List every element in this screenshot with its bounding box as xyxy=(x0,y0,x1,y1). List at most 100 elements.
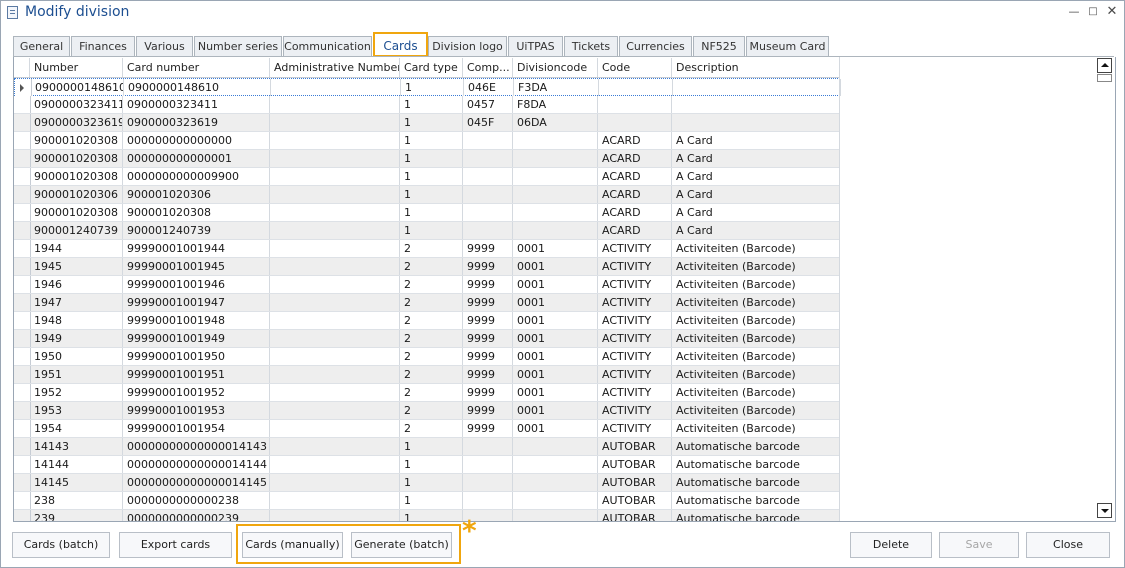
tab-tickets[interactable]: Tickets xyxy=(564,36,618,56)
table-row[interactable]: 238 0000000000000238 1 AUTOBAR Automatische … xyxy=(14,492,840,510)
cards-batch-button[interactable]: Cards (batch) xyxy=(12,532,110,558)
tab-uitpas[interactable]: UiTPAS xyxy=(508,36,563,56)
table-row[interactable]: 900001020308 900001020308 1 ACARD A Card xyxy=(14,204,840,222)
column-header[interactable]: Card number xyxy=(123,58,270,77)
tab-number-series[interactable]: Number series xyxy=(194,36,282,56)
row-selector[interactable] xyxy=(14,402,31,419)
table-row[interactable]: 239 0000000000000239 1 AUTOBAR Automatische … xyxy=(14,510,840,521)
column-header[interactable]: Administrative Number xyxy=(270,58,400,77)
row-selector[interactable] xyxy=(14,438,31,455)
tab-finances[interactable]: Finances xyxy=(71,36,135,56)
row-selector[interactable] xyxy=(14,312,31,329)
table-row[interactable]: 14144 00000000000000014144 1 AUTOBAR Automat… xyxy=(14,456,840,474)
scroll-up-button[interactable] xyxy=(1097,58,1112,73)
tab-communication[interactable]: Communication xyxy=(283,36,372,56)
column-header[interactable]: Code xyxy=(598,58,672,77)
table-cell xyxy=(463,474,513,491)
table-row[interactable]: 1954 99990001001954 2 9999 0001 ACTIVITY Activ… xyxy=(14,420,840,438)
cards-grid[interactable]: Number Card number Administrative Number Ca… xyxy=(13,57,1116,522)
table-row[interactable]: 14143 00000000000000014143 1 AUTOBAR Automat… xyxy=(14,438,840,456)
table-row[interactable]: 900001020306 900001020306 1 ACARD A Card xyxy=(14,186,840,204)
table-cell: 2 xyxy=(400,330,463,347)
row-selector[interactable] xyxy=(14,294,31,311)
column-header[interactable]: Number xyxy=(30,58,123,77)
table-row[interactable]: 1952 99990001001952 2 9999 0001 ACTIVITY Activ… xyxy=(14,384,840,402)
table-row[interactable]: 900001240739 900001240739 1 ACARD A Card xyxy=(14,222,840,240)
table-cell xyxy=(463,168,513,185)
table-cell: 1 xyxy=(400,510,463,521)
row-selector[interactable] xyxy=(14,330,31,347)
table-row[interactable]: 1953 99990001001953 2 9999 0001 ACTIVITY Activ… xyxy=(14,402,840,420)
tab-various[interactable]: Various xyxy=(136,36,193,56)
scroll-thumb[interactable] xyxy=(1097,74,1112,82)
table-row[interactable]: 0900000323619 0900000323619 1 045F 06DA xyxy=(14,114,840,132)
row-selector[interactable] xyxy=(14,366,31,383)
table-row[interactable]: 0900000323411 0900000323411 1 0457 F8DA xyxy=(14,96,840,114)
table-row[interactable]: 0900000148610 0900000148610 1 046E F3DA xyxy=(14,78,841,96)
table-cell: 0000000000009900 xyxy=(123,168,270,185)
maximize-icon[interactable]: □ xyxy=(1084,4,1102,20)
table-row[interactable]: 1948 99990001001948 2 9999 0001 ACTIVITY Activ… xyxy=(14,312,840,330)
table-row[interactable]: 1949 99990001001949 2 9999 0001 ACTIVITY Activ… xyxy=(14,330,840,348)
delete-button[interactable]: Delete xyxy=(850,532,932,558)
row-selector[interactable] xyxy=(14,186,31,203)
table-cell: Automatische barcode xyxy=(672,438,840,455)
tab-museum-card[interactable]: Museum Card xyxy=(746,36,829,56)
row-selector[interactable] xyxy=(14,258,31,275)
row-selector[interactable] xyxy=(14,240,31,257)
row-selector[interactable] xyxy=(14,492,31,509)
table-cell xyxy=(513,150,598,167)
tab-general[interactable]: General xyxy=(13,36,70,56)
row-selector[interactable] xyxy=(14,204,31,221)
row-selector[interactable] xyxy=(14,474,31,491)
scroll-down-button[interactable] xyxy=(1097,503,1112,518)
column-header[interactable]: Comp... xyxy=(463,58,513,77)
row-selector[interactable] xyxy=(14,276,31,293)
table-row[interactable]: 14145 00000000000000014145 1 AUTOBAR Automat… xyxy=(14,474,840,492)
table-cell: 06DA xyxy=(513,114,598,131)
tab-cards[interactable]: Cards xyxy=(373,32,428,57)
table-row[interactable]: 900001020308 0000000000009900 1 ACARD A Card xyxy=(14,168,840,186)
row-selector[interactable] xyxy=(14,150,31,167)
table-cell: 9999 xyxy=(463,312,513,329)
column-header[interactable]: Description xyxy=(672,58,840,77)
table-cell: 9999 xyxy=(463,240,513,257)
row-selector[interactable] xyxy=(14,168,31,185)
row-selector[interactable] xyxy=(14,348,31,365)
table-cell: 2 xyxy=(400,240,463,257)
table-row[interactable]: 900001020308 000000000000000 1 ACARD A Card xyxy=(14,132,840,150)
table-cell: ACARD xyxy=(598,132,672,149)
column-header[interactable]: Divisioncode xyxy=(513,58,598,77)
table-row[interactable]: 1947 99990001001947 2 9999 0001 ACTIVITY Activ… xyxy=(14,294,840,312)
close-button[interactable]: Close xyxy=(1026,532,1110,558)
table-row[interactable]: 1951 99990001001951 2 9999 0001 ACTIVITY Activ… xyxy=(14,366,840,384)
minimize-icon[interactable]: — xyxy=(1065,4,1083,20)
table-cell: Automatische barcode xyxy=(672,456,840,473)
column-header[interactable]: Card type xyxy=(400,58,463,77)
table-row[interactable]: 900001020308 000000000000001 1 ACARD A Card xyxy=(14,150,840,168)
row-selector[interactable] xyxy=(15,79,32,96)
row-selector[interactable] xyxy=(14,456,31,473)
save-button[interactable]: Save xyxy=(939,532,1019,558)
table-cell: Activiteiten (Barcode) xyxy=(672,312,840,329)
row-selector[interactable] xyxy=(14,96,31,113)
table-row[interactable]: 1946 99990001001946 2 9999 0001 ACTIVITY Activ… xyxy=(14,276,840,294)
export-cards-button[interactable]: Export cards xyxy=(119,532,232,558)
table-cell xyxy=(513,492,598,509)
vertical-scrollbar[interactable] xyxy=(1097,57,1114,521)
row-selector[interactable] xyxy=(14,114,31,131)
row-selector[interactable] xyxy=(14,384,31,401)
tab-nf525[interactable]: NF525 xyxy=(693,36,745,56)
row-selector[interactable] xyxy=(14,132,31,149)
table-row[interactable]: 1945 99990001001945 2 9999 0001 ACTIVITY Activ… xyxy=(14,258,840,276)
tab-currencies[interactable]: Currencies xyxy=(619,36,692,56)
row-selector[interactable] xyxy=(14,510,31,521)
row-selector[interactable] xyxy=(14,420,31,437)
close-icon[interactable]: ✕ xyxy=(1103,4,1121,20)
table-cell: A Card xyxy=(672,168,840,185)
table-row[interactable]: 1950 99990001001950 2 9999 0001 ACTIVITY Activ… xyxy=(14,348,840,366)
tab-division-logo[interactable]: Division logo xyxy=(428,36,507,56)
table-row[interactable]: 1944 99990001001944 2 9999 0001 ACTIVITY Activ… xyxy=(14,240,840,258)
row-selector[interactable] xyxy=(14,222,31,239)
table-cell: 000000000000000 xyxy=(123,132,270,149)
